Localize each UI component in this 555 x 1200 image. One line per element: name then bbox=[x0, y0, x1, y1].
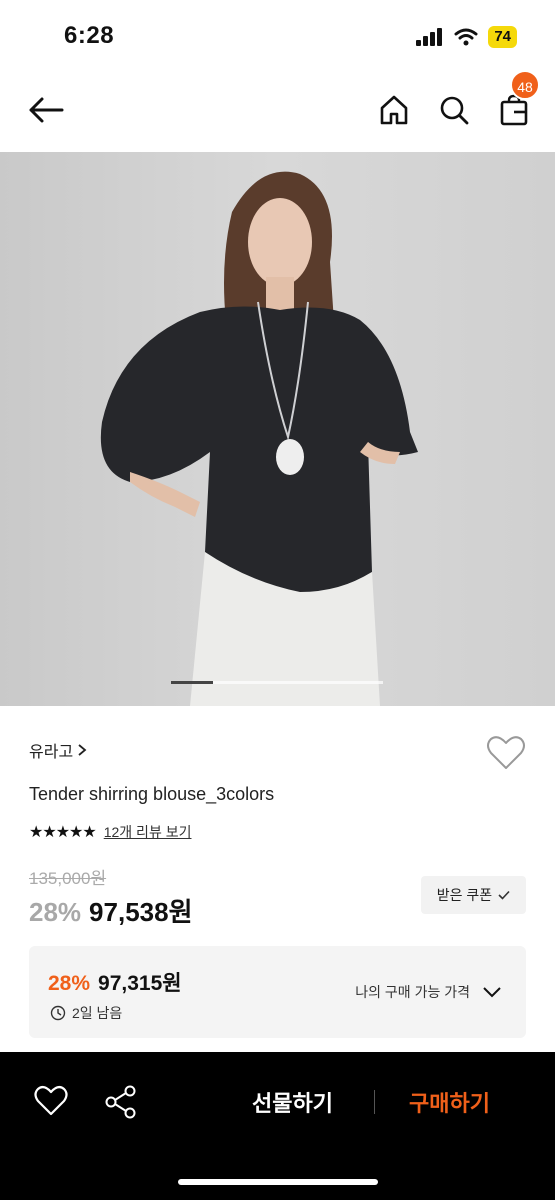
cart-count-badge: 48 bbox=[510, 70, 540, 100]
wishlist-button[interactable] bbox=[486, 735, 526, 771]
discount-rate: 28% bbox=[29, 897, 82, 927]
best-price-box[interactable]: 28% 97,315원 2일 남음 나의 구매 가능 가격 bbox=[29, 946, 526, 1038]
battery-indicator: 74 bbox=[488, 26, 517, 48]
status-time: 6:28 bbox=[64, 22, 115, 49]
coupon-label: 받은 쿠폰 bbox=[436, 887, 493, 903]
back-button[interactable] bbox=[26, 90, 66, 130]
like-button[interactable] bbox=[34, 1085, 68, 1119]
time-left-text: 2일 남음 bbox=[72, 1005, 123, 1021]
status-bar: 6:28 74 bbox=[0, 0, 555, 72]
price-row: 28% 97,538원 bbox=[29, 892, 193, 929]
arrow-left-icon bbox=[29, 97, 64, 123]
product-name: Tender shirring blouse_3colors bbox=[29, 784, 275, 804]
search-button[interactable] bbox=[434, 90, 474, 130]
review-link[interactable]: 12개 리뷰 보기 bbox=[104, 822, 192, 842]
best-price-row: 28% 97,315원 bbox=[48, 967, 182, 997]
clock-icon bbox=[50, 1005, 66, 1021]
chevron-down-icon bbox=[483, 987, 501, 998]
brand-link[interactable]: 유라고 bbox=[29, 738, 87, 762]
search-icon bbox=[440, 96, 469, 125]
bottom-action-bar: 선물하기 구매하기 bbox=[0, 1052, 555, 1200]
home-button[interactable] bbox=[374, 90, 414, 130]
chevron-right-icon bbox=[78, 744, 87, 756]
bottom-divider bbox=[374, 1090, 375, 1114]
best-price: 97,315원 bbox=[98, 972, 182, 995]
carousel-indicator-thumb bbox=[171, 681, 214, 684]
original-price: 135,000원 bbox=[29, 869, 107, 888]
heart-icon bbox=[487, 736, 525, 769]
my-price-label: 나의 구매 가능 가격 bbox=[355, 984, 470, 1000]
carousel-indicator bbox=[171, 681, 383, 684]
cart-button[interactable]: 48 bbox=[494, 70, 540, 130]
product-photo bbox=[0, 152, 555, 706]
rating-row: ★★★★★ 12개 리뷰 보기 bbox=[29, 822, 191, 842]
wifi-icon bbox=[454, 28, 478, 46]
top-nav: 48 bbox=[0, 70, 555, 146]
home-indicator bbox=[178, 1179, 378, 1185]
my-price-toggle[interactable]: 나의 구매 가능 가격 bbox=[355, 982, 502, 1002]
home-icon bbox=[380, 95, 408, 125]
time-left: 2일 남음 bbox=[50, 1003, 122, 1023]
product-image[interactable] bbox=[0, 152, 555, 706]
check-icon bbox=[498, 890, 510, 900]
share-icon bbox=[105, 1085, 136, 1119]
sale-price: 97,538원 bbox=[89, 897, 193, 927]
product-detail-page: 6:28 74 48 유라고 Tender shirring blouse_3c… bbox=[0, 0, 555, 1200]
buy-button[interactable]: 구매하기 bbox=[409, 1086, 490, 1118]
brand-name: 유라고 bbox=[29, 744, 74, 761]
signal-icon bbox=[416, 28, 443, 46]
rating-stars: ★★★★★ bbox=[29, 824, 97, 841]
heart-outline-icon bbox=[34, 1085, 68, 1116]
best-discount-rate: 28% bbox=[48, 972, 91, 995]
status-icons: 74 bbox=[416, 26, 517, 48]
gift-button[interactable]: 선물하기 bbox=[252, 1086, 333, 1118]
share-button[interactable] bbox=[104, 1085, 138, 1119]
received-coupon-button[interactable]: 받은 쿠폰 bbox=[421, 876, 526, 914]
